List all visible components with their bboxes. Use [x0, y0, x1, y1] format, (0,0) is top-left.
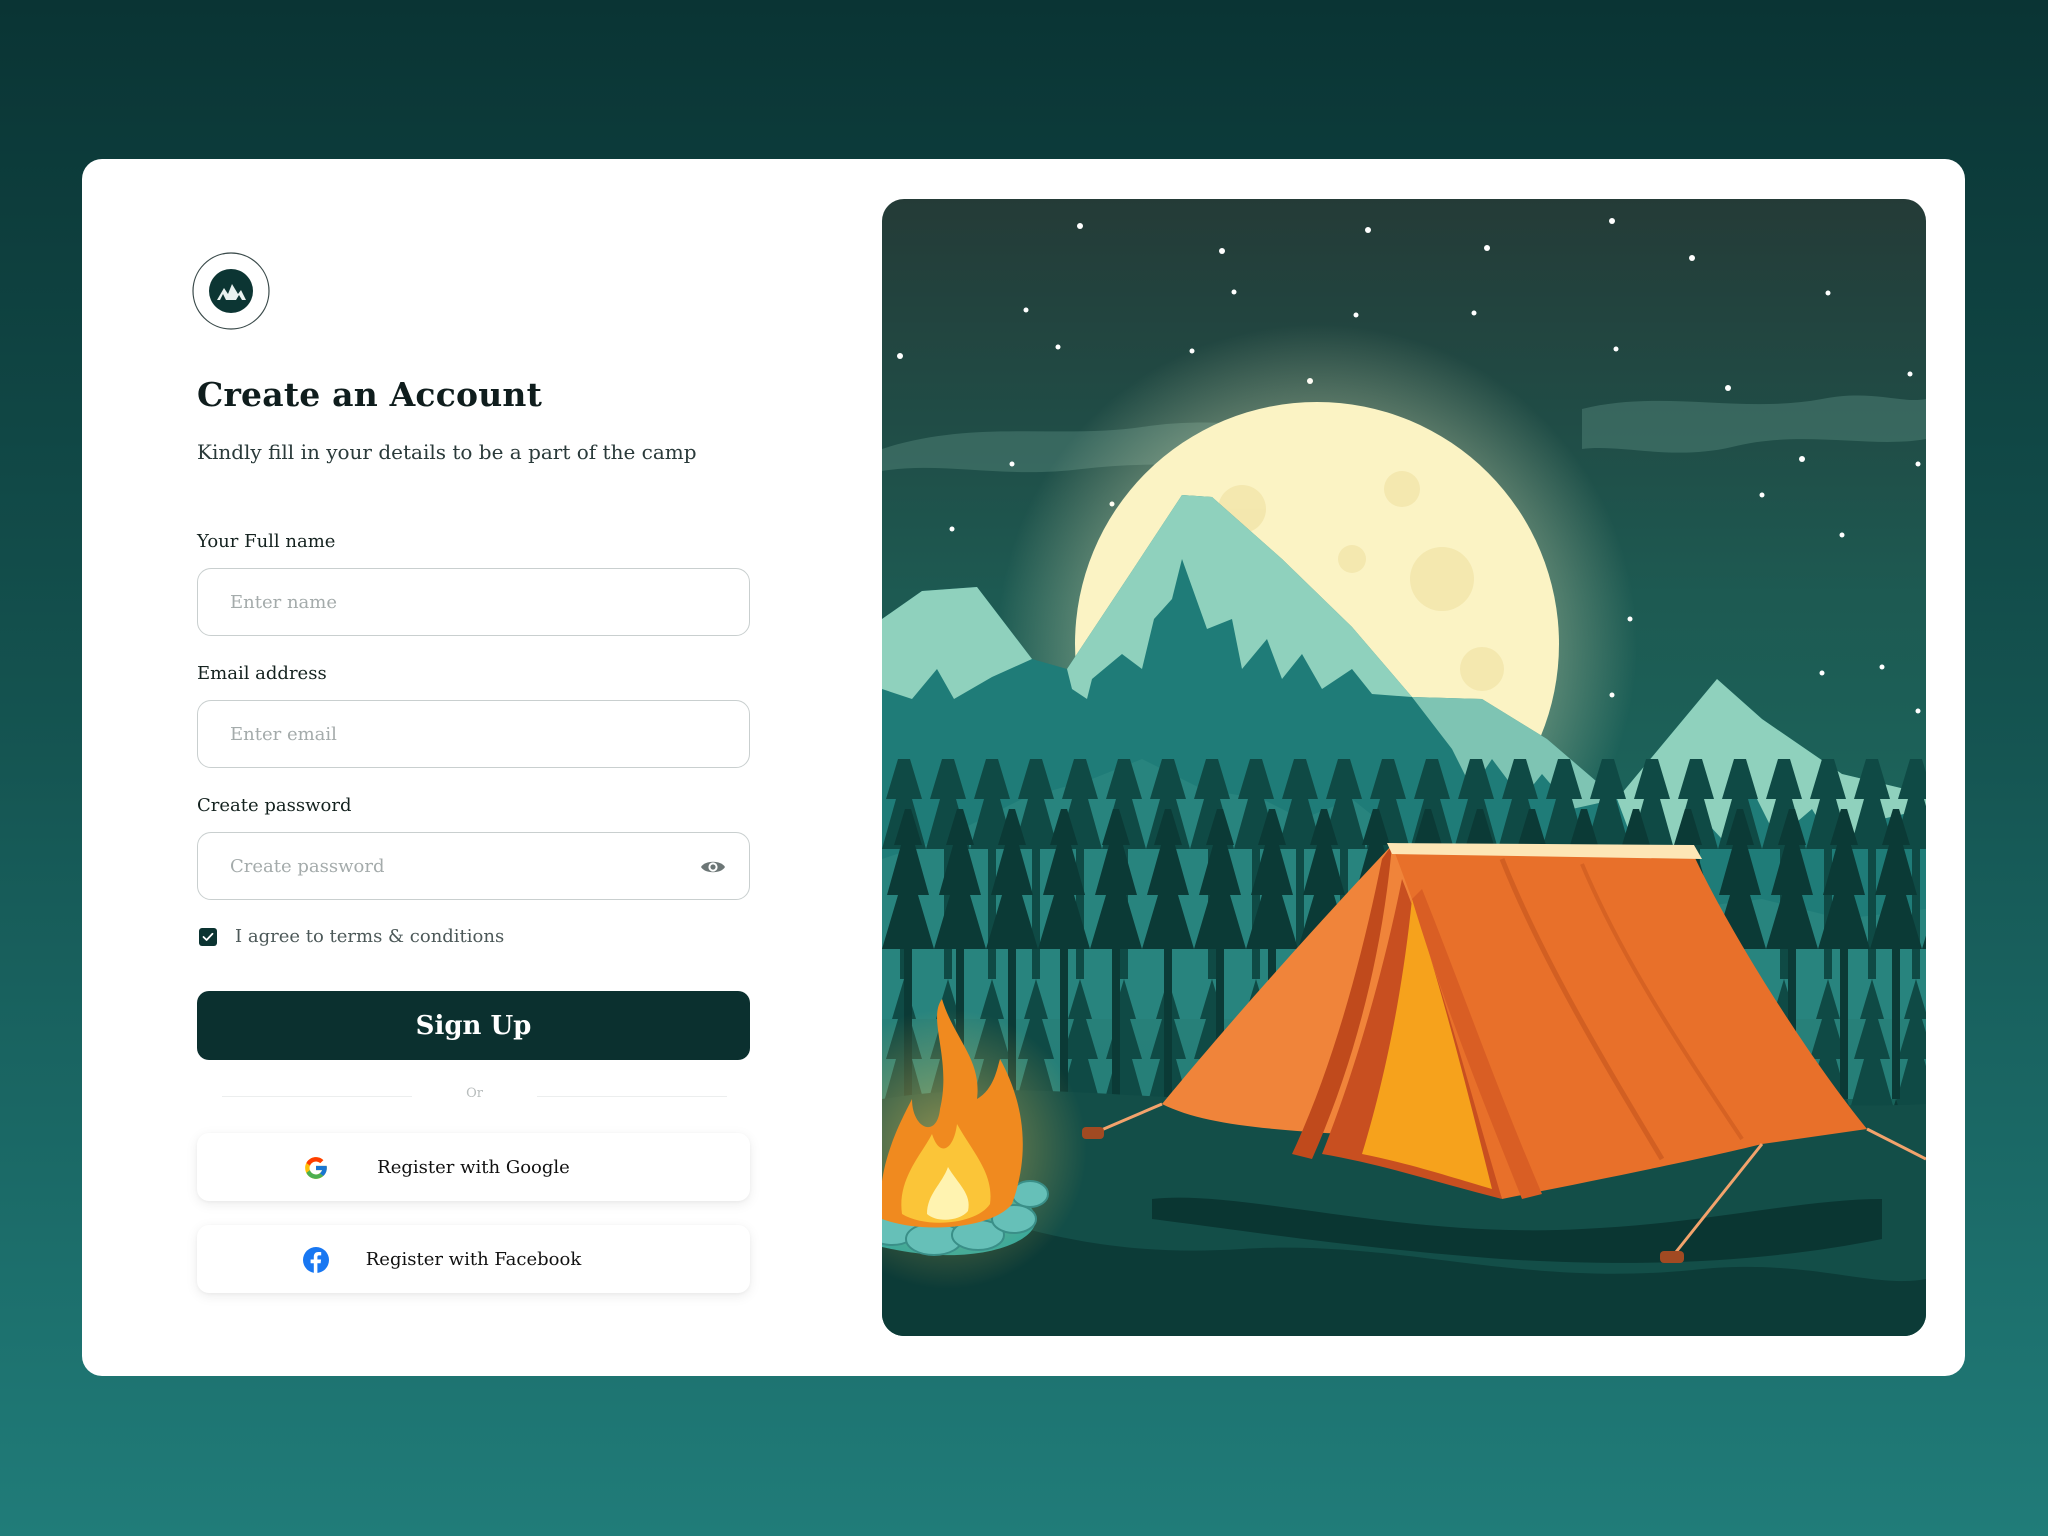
name-input[interactable]: [198, 568, 749, 636]
or-divider: Or: [222, 1086, 727, 1106]
password-label: Create password: [197, 795, 352, 816]
password-field[interactable]: [197, 832, 750, 900]
name-label: Your Full name: [197, 531, 336, 552]
password-input[interactable]: [198, 832, 749, 900]
checkmark-icon: [202, 932, 214, 941]
email-label: Email address: [197, 663, 327, 684]
page-subtitle: Kindly fill in your details to be a part…: [197, 440, 697, 464]
signup-button[interactable]: Sign Up: [197, 991, 750, 1060]
email-field[interactable]: [197, 700, 750, 768]
camping-illustration: [882, 199, 1926, 1336]
google-register-label: Register with Google: [377, 1156, 570, 1178]
google-icon: [305, 1157, 327, 1179]
name-field[interactable]: [197, 568, 750, 636]
eye-icon[interactable]: [699, 855, 727, 879]
terms-label[interactable]: I agree to terms & conditions: [235, 926, 504, 947]
page-title: Create an Account: [197, 375, 543, 414]
brand-logo: [192, 252, 270, 330]
terms-row[interactable]: I agree to terms & conditions: [199, 926, 504, 947]
terms-checkbox[interactable]: [199, 927, 217, 946]
facebook-icon: [303, 1247, 329, 1273]
google-register-button[interactable]: Register with Google: [197, 1133, 750, 1201]
signup-card: Create an Account Kindly fill in your de…: [82, 159, 1965, 1376]
divider-line-right: [537, 1096, 727, 1097]
facebook-register-label: Register with Facebook: [365, 1248, 582, 1270]
facebook-register-button[interactable]: Register with Facebook: [197, 1225, 750, 1293]
email-input[interactable]: [198, 700, 749, 768]
divider-text: Or: [466, 1086, 483, 1101]
